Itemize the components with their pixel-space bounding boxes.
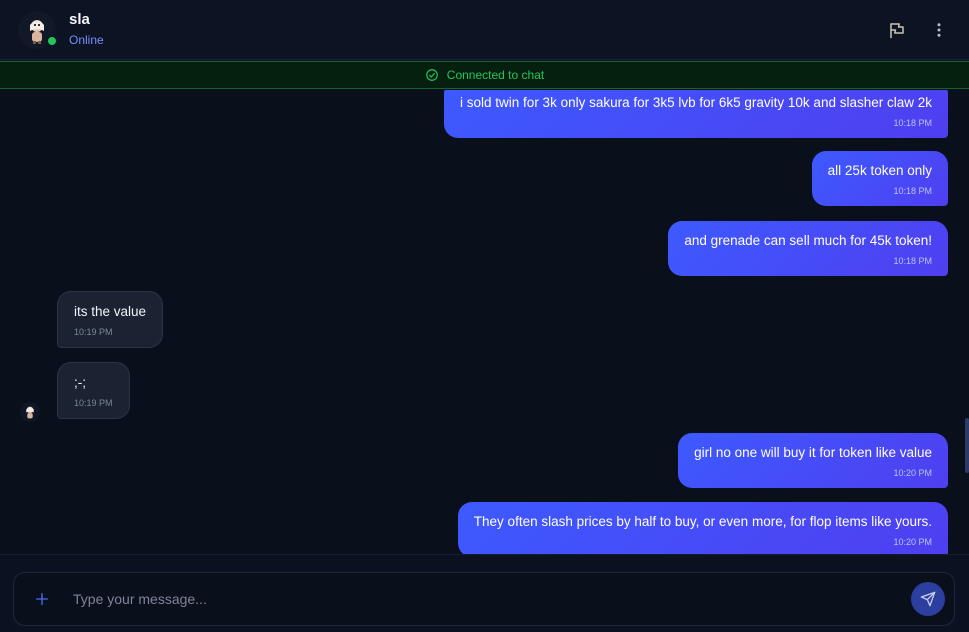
check-circle-icon [425, 69, 438, 81]
message-bubble: all 25k token only 10:18 PM [811, 151, 948, 206]
message-text: ;-; [74, 375, 86, 390]
message-bubble: ;-; 10:19 PM [57, 362, 130, 419]
message-outgoing: all 25k token only 10:18 PM [811, 151, 948, 206]
message-time: 10:18 PM [893, 118, 932, 128]
chat-header: sla Online [0, 0, 969, 60]
message-text: girl no one will buy it for token like v… [694, 445, 932, 460]
message-time: 10:19 PM [74, 398, 113, 408]
message-time: 10:20 PM [893, 537, 932, 547]
sender-avatar [20, 402, 40, 422]
message-incoming: ;-; 10:19 PM [57, 362, 130, 419]
connection-banner: Connected to chat [0, 61, 969, 89]
scrollbar-thumb[interactable] [965, 418, 969, 473]
chat-app: sla Online Connected to chat i sold twin… [0, 0, 969, 632]
message-outgoing: girl no one will buy it for token like v… [678, 433, 948, 488]
message-time: 10:20 PM [893, 468, 932, 478]
message-text: and grenade can sell much for 45k token! [684, 233, 932, 248]
contact-info: sla Online [69, 11, 104, 49]
contact-status: Online [69, 32, 104, 47]
message-text: all 25k token only [827, 163, 932, 178]
message-bubble: its the value 10:19 PM [57, 291, 164, 348]
message-incoming: its the value 10:19 PM [57, 291, 164, 348]
header-actions [885, 18, 951, 42]
message-composer [13, 572, 955, 626]
send-button[interactable] [911, 582, 945, 616]
message-outgoing: They often slash prices by half to buy, … [457, 502, 948, 554]
contact-avatar[interactable] [18, 10, 58, 49]
message-text: i sold twin for 3k only sakura for 3k5 l… [460, 95, 932, 110]
message-bubble: i sold twin for 3k only sakura for 3k5 l… [444, 90, 948, 138]
message-bubble: and grenade can sell much for 45k token!… [668, 221, 948, 276]
send-icon [920, 591, 936, 607]
message-time: 10:19 PM [74, 327, 113, 337]
composer-area [0, 554, 969, 632]
more-vertical-icon [937, 22, 941, 37]
message-outgoing: and grenade can sell much for 45k token!… [668, 221, 948, 276]
message-bubble: girl no one will buy it for token like v… [678, 433, 948, 488]
message-time: 10:18 PM [893, 256, 932, 266]
connection-status-text: Connected to chat [446, 68, 545, 82]
message-outgoing: i sold twin for 3k only sakura for 3k5 l… [444, 90, 948, 138]
message-time: 10:18 PM [893, 186, 932, 196]
message-text: They often slash prices by half to buy, … [473, 514, 932, 529]
message-input[interactable] [73, 584, 911, 614]
plus-icon [36, 593, 48, 605]
flag-icon [890, 22, 904, 38]
message-list[interactable]: i sold twin for 3k only sakura for 3k5 l… [0, 90, 969, 554]
online-indicator [46, 34, 58, 47]
report-button[interactable] [885, 18, 909, 42]
message-bubble: They often slash prices by half to buy, … [457, 502, 948, 554]
contact-name: sla [69, 10, 90, 28]
attach-button[interactable] [31, 588, 53, 610]
message-text: its the value [74, 304, 147, 319]
more-options-button[interactable] [927, 18, 951, 42]
